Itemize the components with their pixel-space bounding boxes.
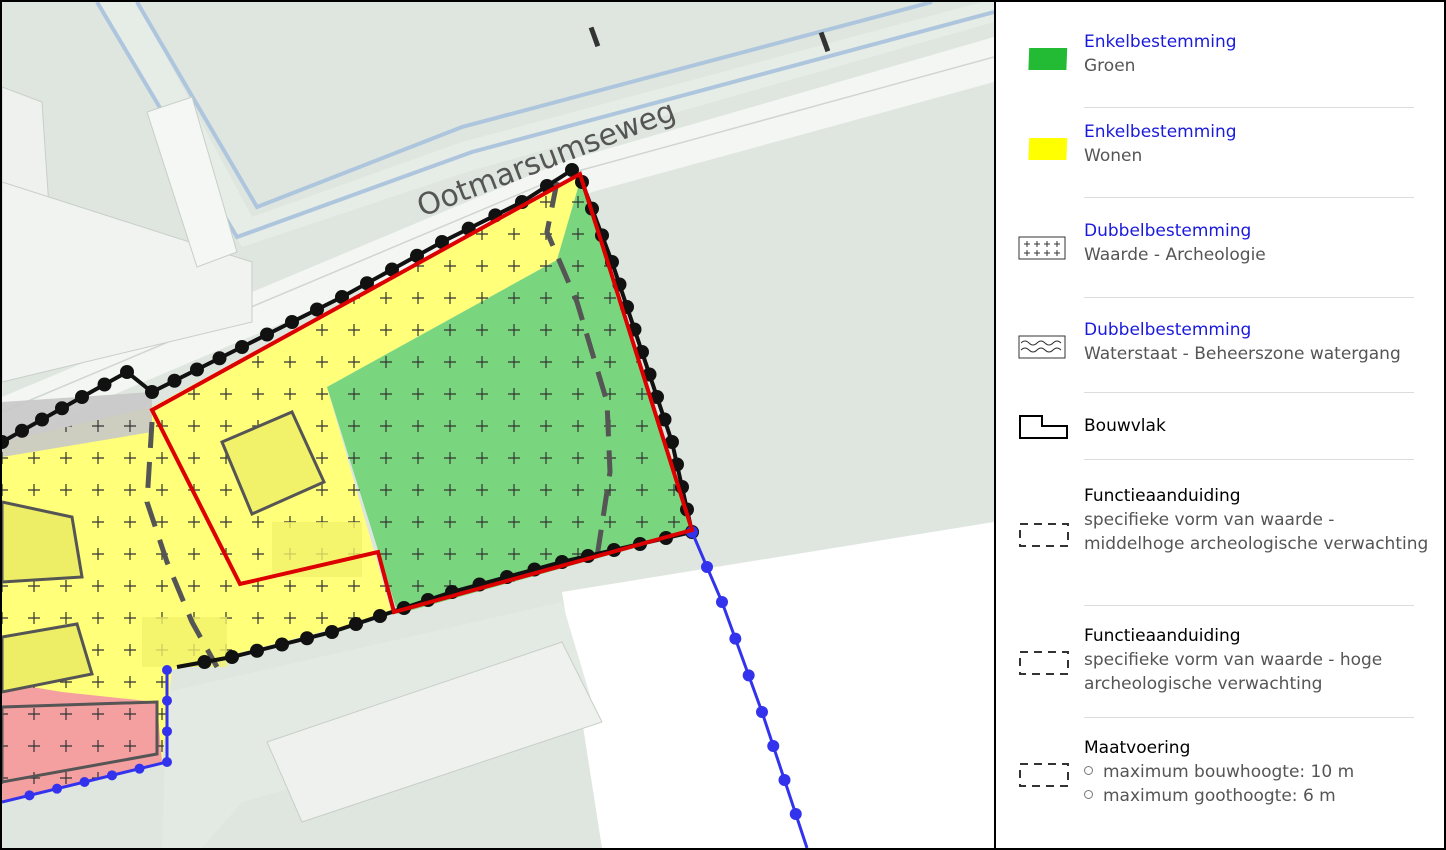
boundary-dot	[275, 637, 289, 652]
divider	[1084, 605, 1414, 606]
boundary-dot	[134, 763, 145, 774]
legend-subtitle: Waterstaat - Beheerszone watergang	[1084, 344, 1401, 364]
legend-title: Dubbelbestemming	[1084, 320, 1252, 340]
wave-pattern-icon	[1018, 335, 1066, 359]
bouwvlak-outline-icon	[1019, 415, 1068, 439]
legend-title: Functieaanduiding	[1084, 626, 1241, 646]
boundary-dot	[789, 808, 802, 820]
divider	[1084, 107, 1414, 108]
boundary-dot	[120, 365, 134, 379]
boundary-dot	[190, 362, 204, 377]
divider	[1084, 459, 1414, 460]
legend-title: Enkelbestemming	[1084, 32, 1237, 52]
boundary-dot	[756, 706, 768, 718]
bullet-text: maximum bouwhoogte: 10 m	[1103, 762, 1355, 782]
dashed-rect-icon	[1019, 763, 1069, 787]
boundary-dot	[349, 617, 363, 631]
boundary-dot	[162, 757, 172, 767]
boundary-dot	[162, 695, 172, 706]
divider	[1084, 392, 1414, 393]
legend-title: Maatvoering	[1084, 738, 1191, 758]
boundary-dot	[778, 774, 791, 786]
legend-title: Functieaanduiding	[1084, 486, 1241, 506]
boundary-dot	[300, 631, 314, 646]
legend-subtitle: Groen	[1084, 56, 1136, 76]
map-view[interactable]: Ootmarsumseweg	[2, 2, 996, 848]
yellow-parallelogram-icon	[1028, 138, 1068, 160]
legend-title: Enkelbestemming	[1084, 122, 1237, 142]
divider	[1084, 297, 1414, 298]
boundary-dot	[250, 643, 264, 658]
house	[272, 522, 362, 577]
boundary-dot	[701, 561, 713, 573]
boundary-dot	[285, 315, 299, 329]
boundary-dot	[79, 777, 90, 787]
legend-bullet: maximum bouwhoogte: 10 m	[1084, 760, 1434, 784]
boundary-dot	[716, 596, 728, 608]
boundary-dot	[162, 726, 172, 737]
boundary-dot	[35, 412, 49, 427]
boundary-dot	[15, 423, 29, 438]
boundary-dot	[145, 385, 159, 399]
boundary-dot	[167, 373, 182, 388]
boundary-dot	[729, 632, 742, 645]
boundary-dot	[373, 609, 387, 623]
boundary-dot	[235, 340, 249, 354]
boundary-dot	[55, 401, 69, 416]
green-parallelogram-icon	[1028, 48, 1068, 70]
boundary-dot	[75, 390, 89, 404]
bullet-circle-icon	[1084, 789, 1093, 799]
bullet-text: maximum goothoogte: 6 m	[1103, 786, 1336, 806]
boundary-dot	[52, 783, 62, 794]
dashed-rect-icon	[1019, 523, 1069, 547]
bullet-circle-icon	[1084, 765, 1093, 775]
divider	[1084, 717, 1414, 718]
legend-subtitle: Wonen	[1084, 146, 1143, 166]
divider	[1084, 197, 1414, 198]
legend-subtitle: specifieke vorm van waarde - middelhoge …	[1084, 510, 1429, 554]
boundary-dot	[325, 625, 339, 639]
legend-subtitle: Waarde - Archeologie	[1084, 245, 1266, 265]
legend-title: Dubbelbestemming	[1084, 221, 1252, 241]
boundary-dot	[24, 790, 35, 801]
boundary-dot	[197, 655, 212, 669]
boundary-dot	[97, 377, 112, 392]
legend-bullet: maximum goothoogte: 6 m	[1084, 784, 1434, 808]
cross-hatch-icon	[1018, 236, 1066, 260]
boundary-dot	[742, 669, 755, 682]
boundary-dot	[260, 327, 274, 342]
legend-subtitle: specifieke vorm van waarde - hoge archeo…	[1084, 650, 1383, 694]
legend-title: Bouwvlak	[1084, 416, 1166, 436]
boundary-dot	[225, 650, 239, 664]
map-canvas[interactable]: Ootmarsumseweg	[2, 2, 994, 848]
boundary-dot	[107, 770, 117, 781]
boundary-dot	[162, 665, 172, 675]
boundary-dot	[767, 740, 780, 752]
legend-panel: Enkelbestemming Groen Enkelbestemming Wo…	[996, 2, 1444, 848]
boundary-dot	[212, 351, 227, 366]
dashed-rect-icon	[1019, 651, 1069, 675]
